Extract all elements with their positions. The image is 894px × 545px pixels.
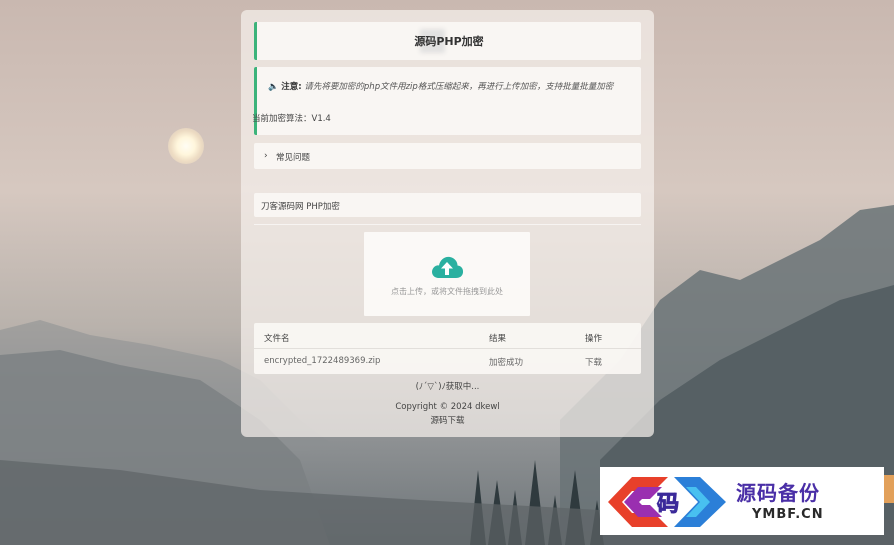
watermark-text-en: YMBF.CN [752, 507, 824, 522]
faq-collapse[interactable]: › 常见问题 [254, 143, 641, 169]
copyright-text: Copyright © 2024 dkewl [395, 402, 500, 412]
watermark-banner: 码 源码备份 YMBF.CN [600, 467, 884, 535]
main-card: 源码PHP加密 🔈 注意: 请先将要加密的php文件用zip格式压缩起来，再进行… [241, 10, 654, 437]
page-title: 源码PHP加密 [414, 35, 484, 48]
faq-label: 常见问题 [276, 153, 311, 163]
upload-dropzone[interactable]: 点击上传，或将文件拖拽到此处 [364, 232, 530, 316]
footer-download-link[interactable]: 源码下载 [241, 414, 654, 426]
fetch-status: (ﾉ´▽`)ﾉ获取中... [415, 382, 480, 392]
notice-text: 请先将要加密的php文件用zip格式压缩起来，再进行上传加密，支持批量批量加密 [304, 82, 614, 92]
column-header-action: 操作 [585, 334, 603, 344]
watermark-text-cn: 源码备份 [736, 481, 820, 505]
notice-panel: 🔈 注意: 请先将要加密的php文件用zip格式压缩起来，再进行上传加密，支持批… [254, 67, 641, 135]
cloud-upload-icon [432, 256, 464, 278]
download-button[interactable]: 下载 [585, 356, 602, 368]
cell-result: 加密成功 [489, 358, 524, 368]
upload-hint: 点击上传，或将文件拖拽到此处 [391, 287, 503, 296]
algorithm-version: 当前加密算法：V1.4 [252, 114, 331, 124]
side-widget-tab[interactable] [884, 475, 894, 503]
tool-title: 刀客源码网 PHP加密 [261, 202, 340, 212]
chevron-right-icon: › [264, 151, 268, 161]
watermark-logo: 码 [608, 477, 726, 527]
watermark-glyph: 码 [657, 491, 679, 517]
column-header-result: 结果 [489, 334, 507, 344]
title-panel: 源码PHP加密 [254, 22, 641, 60]
footer-download-link-text[interactable]: 源码下载 [430, 416, 464, 426]
notice-text-block: 🔈 注意: 请先将要加密的php文件用zip格式压缩起来，再进行上传加密，支持批… [268, 79, 628, 95]
notice-label: 注意: [281, 82, 302, 92]
results-table: 文件名 结果 操作 encrypted_1722489369.zip 加密成功 … [254, 323, 641, 374]
cell-filename: encrypted_1722489369.zip [264, 356, 381, 366]
speaker-icon: 🔈 [268, 82, 279, 92]
tool-title-panel: 刀客源码网 PHP加密 [254, 193, 641, 217]
row-separator [254, 348, 641, 349]
column-header-filename: 文件名 [264, 334, 290, 344]
divider [254, 224, 641, 225]
